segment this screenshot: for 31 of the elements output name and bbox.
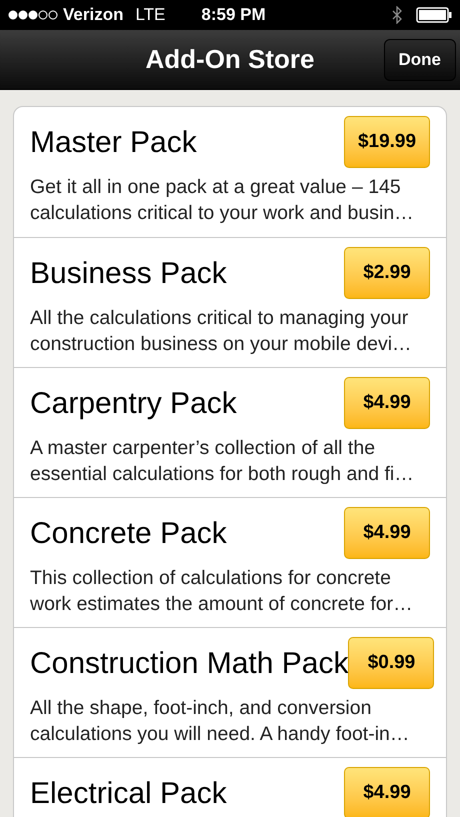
pack-row[interactable]: Construction Math Pack $0.99 All the shape, foot-inch, and conversion calculations you will need. A handy foot-in…: [14, 627, 446, 757]
pack-row[interactable]: Carpentry Pack $4.99 A master carpenter’s collection of all the essential calculations for both rough and fi…: [14, 367, 446, 497]
price-button[interactable]: $4.99: [344, 377, 430, 429]
price-button[interactable]: $0.99: [348, 637, 434, 689]
price-button[interactable]: $2.99: [344, 247, 430, 299]
price-button[interactable]: $19.99: [344, 116, 430, 168]
pack-description: All the calculations critical to managing your construction business on your mobile devi…: [30, 306, 413, 357]
pack-name: Business Pack: [30, 256, 227, 292]
pack-row[interactable]: Concrete Pack $4.99 This collection of calculations for concrete work estimates the amount of concrete for…: [14, 497, 446, 627]
pack-name: Electrical Pack: [30, 776, 227, 812]
price-button[interactable]: $4.99: [344, 507, 430, 559]
pack-description: This collection of calculations for concrete work estimates the amount of concrete for…: [30, 566, 414, 617]
pack-row[interactable]: Master Pack $19.99 Get it all in one pack at a great value – 145 calculations critical to your work and busin…: [14, 107, 446, 237]
pack-name: Concrete Pack: [30, 516, 227, 552]
pack-row[interactable]: Electrical Pack $4.99: [14, 757, 446, 817]
status-time: 8:59 PM: [201, 4, 266, 26]
pack-description: A master carpenter’s collection of all the essential calculations for both rough and fi…: [30, 436, 415, 487]
pack-description: Get it all in one pack at a great value – 145 calculations critical to your work and busin…: [30, 175, 415, 226]
done-button[interactable]: Done: [384, 38, 456, 80]
network-type: LTE: [135, 4, 166, 26]
signal-icon: [8, 10, 58, 20]
price-button[interactable]: $4.99: [344, 767, 430, 817]
bluetooth-icon: [392, 6, 402, 24]
pack-name: Carpentry Pack: [30, 386, 237, 422]
battery-icon: [416, 7, 452, 23]
pack-row[interactable]: Business Pack $2.99 All the calculations critical to managing your construction business on your mobile devi…: [14, 237, 446, 367]
nav-title: Add-On Store: [146, 43, 314, 76]
pack-name: Construction Math Pack: [30, 646, 348, 682]
carrier-name: Verizon: [63, 4, 124, 26]
pack-description: All the shape, foot-inch, and conversion calculations you will need. A handy foot-in…: [30, 696, 410, 747]
pack-name: Master Pack: [30, 124, 197, 160]
